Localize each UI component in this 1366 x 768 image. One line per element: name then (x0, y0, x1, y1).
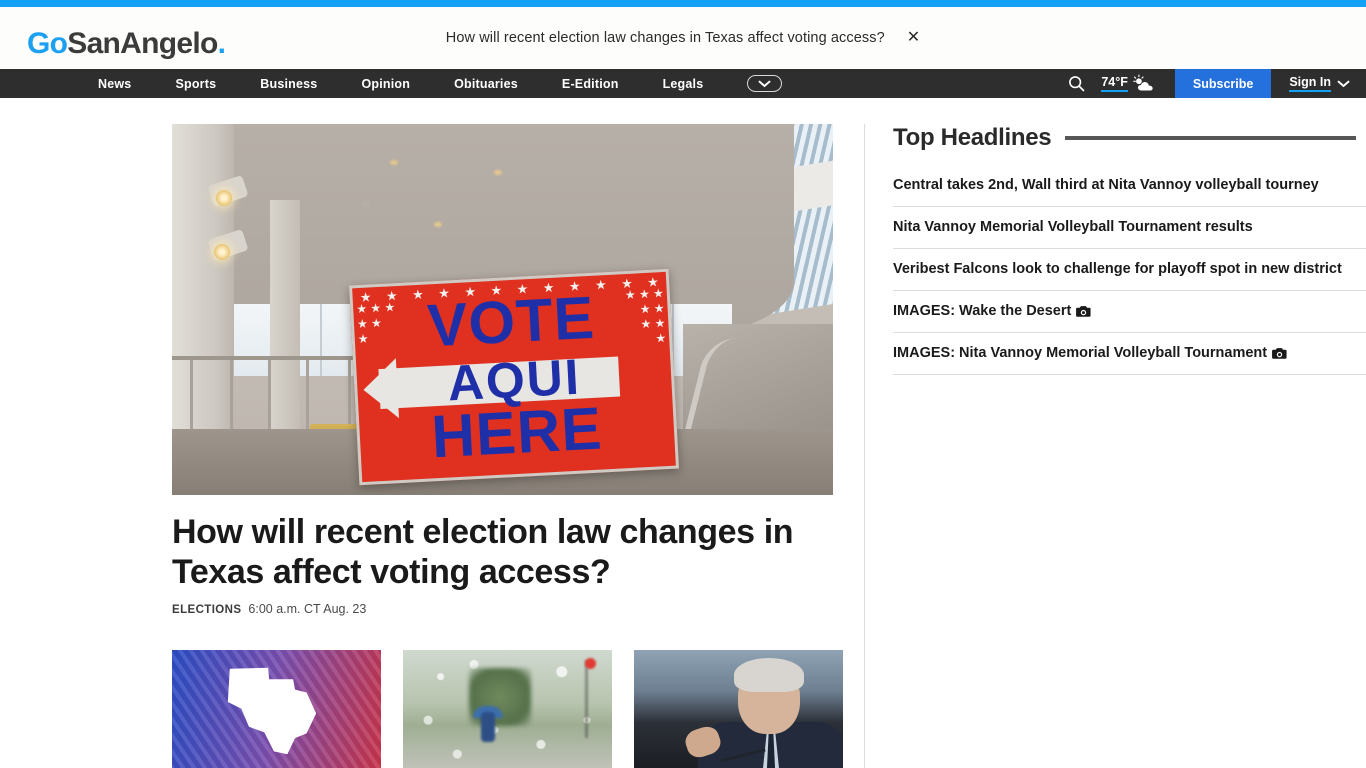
logo-go-text: Go (27, 27, 68, 60)
site-logo[interactable]: GoSanAngelo. (27, 27, 226, 61)
ceiling-light (434, 222, 442, 227)
headline-text: IMAGES: Wake the Desert (893, 303, 1072, 319)
top-accent-bar (0, 0, 1366, 7)
article-card[interactable]: Texas 2022 voter rights: What (172, 650, 381, 768)
headline-text: IMAGES: Nita Vannoy Memorial Volleyball … (893, 345, 1268, 361)
rail-post (190, 360, 193, 432)
lamp-bulb (216, 190, 232, 206)
search-button[interactable] (1059, 69, 1093, 98)
nav-item-business[interactable]: Business (260, 77, 317, 91)
logo-dot: . (217, 27, 226, 60)
chevron-down-icon (1337, 80, 1350, 87)
camera-icon (1076, 306, 1091, 317)
card-thumbnail (403, 650, 612, 768)
article-card[interactable]: Temperatures expected to stay (403, 650, 612, 768)
rail-post (348, 360, 351, 432)
hair (734, 658, 804, 692)
sign-in-label: Sign In (1289, 75, 1331, 92)
headline-list-item[interactable]: IMAGES: Wake the Desert (893, 291, 1366, 333)
close-icon[interactable]: ✕ (907, 30, 920, 46)
nav-link-list: News Sports Business Opinion Obituaries … (98, 75, 822, 92)
card-thumbnail (172, 650, 381, 768)
headline-text: Central takes 2nd, Wall third at Nita Va… (893, 177, 1319, 193)
nav-item-legals[interactable]: Legals (663, 77, 704, 91)
ceiling-light (362, 202, 370, 207)
headline-list-item[interactable]: Veribest Falcons look to challenge for p… (893, 249, 1366, 291)
chevron-down-icon (758, 80, 771, 87)
headline-text: Veribest Falcons look to challenge for p… (893, 261, 1342, 277)
subscribe-button[interactable]: Subscribe (1174, 69, 1272, 98)
pedestrian (481, 712, 495, 742)
nav-utilities: 74°F Subscribe Sign In (1059, 69, 1366, 98)
page-body: ★ ★ ★ ★ ★ ★ ★ ★ ★ ★ ★ ★ ★ ★ ★ ★ ★ ★ ★ ★ ★ ★ ★ ★ ★ ★ VO… (0, 98, 1366, 768)
main-navigation: News Sports Business Opinion Obituaries … (0, 69, 1366, 98)
vote-aqui-here-sign: ★ ★ ★ ★ ★ ★ ★ ★ ★ ★ ★ ★ ★ ★ ★ ★ ★ ★ ★ ★ ★ ★ ★ ★ ★ ★ VO… (348, 268, 680, 486)
sidebar-header: Top Headlines (893, 124, 1366, 152)
sign-in-button[interactable]: Sign In (1271, 75, 1366, 92)
sticky-article-title[interactable]: How will recent election law changes in … (446, 30, 885, 46)
rail-post (306, 360, 309, 432)
ceiling-light (494, 170, 502, 175)
weather-widget[interactable]: 74°F (1101, 74, 1157, 93)
subscribe-label: Subscribe (1192, 76, 1254, 91)
camera-icon (1272, 348, 1287, 359)
header-rule (1065, 136, 1356, 140)
related-article-cards: Texas 2022 voter rights: What Temperatur… (172, 650, 864, 768)
nav-item-obituaries[interactable]: Obituaries (454, 77, 518, 91)
traffic-pole (585, 660, 588, 738)
nav-item-e-edition[interactable]: E-Edition (562, 77, 619, 91)
ceiling-light (390, 160, 398, 165)
search-icon (1068, 76, 1085, 92)
headline-list-item[interactable]: IMAGES: Nita Vannoy Memorial Volleyball … (893, 333, 1366, 375)
weather-temperature: 74°F (1101, 75, 1128, 92)
nav-item-opinion[interactable]: Opinion (361, 77, 410, 91)
nav-item-news[interactable]: News (98, 77, 131, 91)
card-thumbnail (634, 650, 843, 768)
article-headline[interactable]: How will recent election law changes in … (172, 512, 832, 592)
rail-post (268, 360, 271, 432)
nav-item-sports[interactable]: Sports (175, 77, 216, 91)
sidebar-title: Top Headlines (893, 124, 1052, 151)
headline-list-item[interactable]: Central takes 2nd, Wall third at Nita Va… (893, 165, 1366, 207)
headline-text: Nita Vannoy Memorial Volleyball Tourname… (893, 219, 1253, 235)
sun-behind-cloud-icon (1133, 74, 1153, 91)
logo-name-text: SanAngelo (67, 27, 218, 60)
sidebar: Top Headlines Central takes 2nd, Wall th… (864, 124, 1366, 768)
more-sections-button[interactable] (747, 75, 783, 92)
lamp-bulb (214, 244, 230, 260)
sticky-header: GoSanAngelo. How will recent election la… (0, 7, 1366, 69)
article-byline: ELECTIONS 6:00 a.m. CT Aug. 23 (172, 602, 864, 616)
traffic-light (585, 658, 596, 669)
headline-list-item[interactable]: Nita Vannoy Memorial Volleyball Tourname… (893, 207, 1366, 249)
article-timestamp: 6:00 a.m. CT Aug. 23 (248, 602, 367, 616)
hero-article-image[interactable]: ★ ★ ★ ★ ★ ★ ★ ★ ★ ★ ★ ★ ★ ★ ★ ★ ★ ★ ★ ★ ★ ★ ★ ★ ★ ★ VO… (172, 124, 833, 495)
article-card[interactable]: Dr. Anthony Fauci to step down (634, 650, 843, 768)
rail-post (230, 360, 233, 432)
main-content-column: ★ ★ ★ ★ ★ ★ ★ ★ ★ ★ ★ ★ ★ ★ ★ ★ ★ ★ ★ ★ ★ ★ ★ ★ ★ ★ VO… (0, 124, 864, 768)
article-category[interactable]: ELECTIONS (172, 604, 241, 616)
